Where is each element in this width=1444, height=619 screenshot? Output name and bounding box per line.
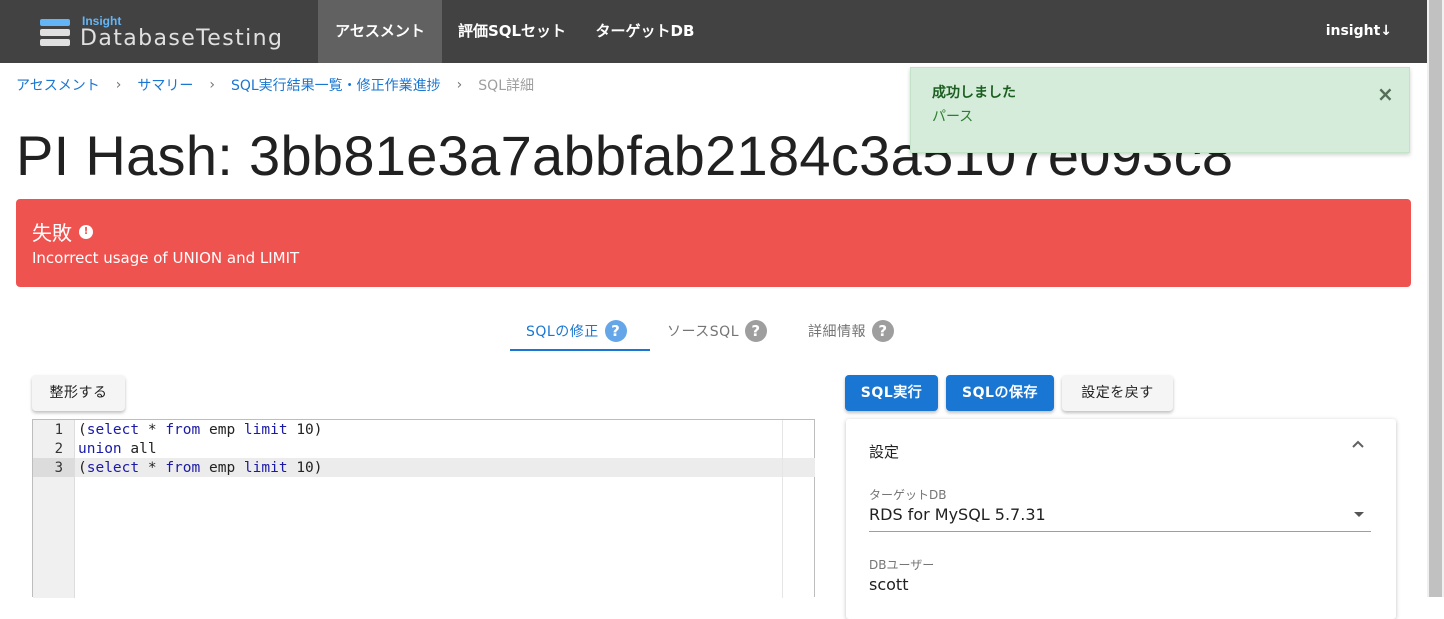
settings-panel: 設定 ターゲットDB RDS for MySQL 5.7.31 DBユーザー s… xyxy=(846,419,1396,619)
database-logo-icon xyxy=(40,19,70,46)
target-db-underline xyxy=(869,531,1371,532)
dropdown-arrow-icon[interactable] xyxy=(1354,512,1364,517)
success-toast: 成功しました パース × xyxy=(910,67,1410,153)
tab-source-sql[interactable]: ソースSQL ? xyxy=(667,312,768,350)
line-number: 1 xyxy=(54,422,63,438)
nav-target-db[interactable]: ターゲットDB xyxy=(582,0,708,63)
sql-keyword: from xyxy=(165,422,201,438)
app-logo[interactable]: Insight DatabaseTesting xyxy=(38,14,308,54)
breadcrumb-results[interactable]: SQL実行結果一覧・修正作業進捗 xyxy=(231,75,441,95)
scrollbar-thumb[interactable] xyxy=(1429,0,1442,597)
tab-label: 詳細情報 xyxy=(808,324,866,340)
chevron-up-icon[interactable] xyxy=(1351,439,1365,449)
db-user-field[interactable]: scott xyxy=(869,575,908,594)
tab-label: SQLの修正 xyxy=(526,324,599,340)
target-db-label: ターゲットDB xyxy=(869,488,947,502)
breadcrumb-current: SQL詳細 xyxy=(478,78,534,94)
tab-details[interactable]: 詳細情報 ? xyxy=(808,312,894,350)
alert-title: 失敗 ! xyxy=(32,217,93,246)
sql-keyword: from xyxy=(165,460,201,476)
sql-keyword: union xyxy=(78,441,122,457)
db-user-label: DBユーザー xyxy=(869,558,935,572)
print-margin xyxy=(782,420,783,598)
help-icon[interactable]: ? xyxy=(872,320,894,342)
sql-keyword: select xyxy=(86,460,140,476)
sql-keyword: limit xyxy=(243,460,288,476)
top-nav-bar: Insight DatabaseTesting アセスメント 評価SQLセット … xyxy=(0,0,1427,63)
help-icon[interactable]: ? xyxy=(745,320,768,342)
alert-title-text: 失敗 xyxy=(32,221,72,245)
target-db-select[interactable]: RDS for MySQL 5.7.31 xyxy=(869,505,1046,524)
sql-editor[interactable]: 1 2 3 (select * from emp limit 10) union… xyxy=(32,419,815,598)
breadcrumb: アセスメント › サマリー › SQL実行結果一覧・修正作業進捗 › SQL詳細 xyxy=(16,74,534,96)
toast-title: 成功しました xyxy=(932,85,1016,101)
active-tab-indicator xyxy=(510,349,650,351)
toast-body: パース xyxy=(932,109,974,125)
code-line-1[interactable]: (select * from emp limit 10) xyxy=(78,421,323,440)
user-menu[interactable]: insight↓ xyxy=(1326,0,1392,63)
reset-settings-button[interactable]: 設定を戻す xyxy=(1062,375,1173,411)
help-icon[interactable]: ? xyxy=(604,320,627,342)
code-line-2[interactable]: union all xyxy=(78,440,157,459)
tab-label: ソースSQL xyxy=(667,324,740,340)
run-sql-button[interactable]: SQL実行 xyxy=(845,375,938,411)
format-button[interactable]: 整形する xyxy=(32,375,125,411)
save-sql-button[interactable]: SQLの保存 xyxy=(946,375,1054,411)
tab-sql-fix[interactable]: SQLの修正 ? xyxy=(526,312,627,350)
nav-assessment[interactable]: アセスメント xyxy=(318,0,442,63)
line-number: 3 xyxy=(54,460,63,476)
code-line-3[interactable]: (select * from emp limit 10) xyxy=(78,459,323,478)
breadcrumb-summary[interactable]: サマリー xyxy=(137,75,193,95)
breadcrumb-separator: › xyxy=(209,77,215,93)
line-number: 2 xyxy=(54,441,63,457)
error-alert: 失敗 ! Incorrect usage of UNION and LIMIT xyxy=(16,199,1411,287)
settings-title: 設定 xyxy=(869,443,900,461)
breadcrumb-assessment[interactable]: アセスメント xyxy=(16,75,100,95)
breadcrumb-separator: › xyxy=(456,77,463,93)
breadcrumb-separator: › xyxy=(115,77,122,93)
info-icon[interactable]: ! xyxy=(79,224,93,239)
close-icon[interactable]: × xyxy=(1377,82,1394,106)
logo-text: DatabaseTesting xyxy=(80,26,284,51)
sql-keyword: limit xyxy=(243,422,288,438)
alert-message: Incorrect usage of UNION and LIMIT xyxy=(32,249,300,267)
sql-keyword: select xyxy=(86,422,140,438)
nav-sql-set[interactable]: 評価SQLセット xyxy=(442,0,582,63)
